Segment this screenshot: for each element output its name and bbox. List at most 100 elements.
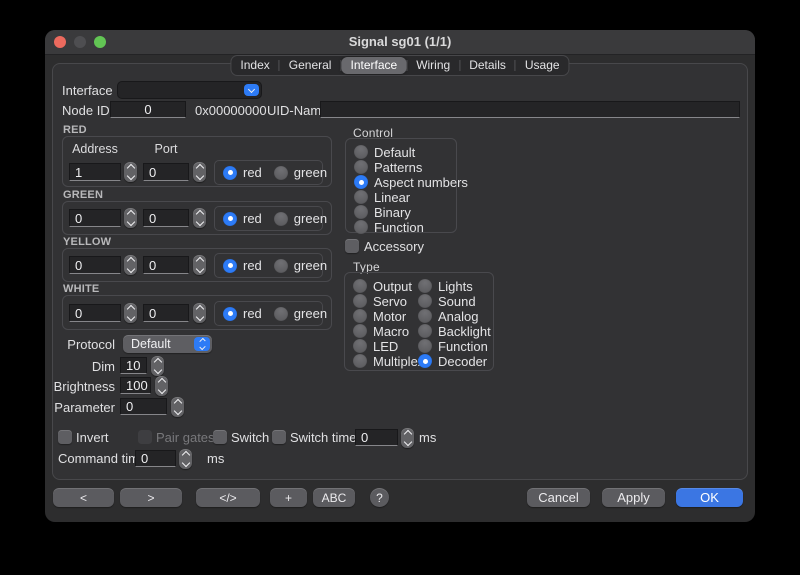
radio-green[interactable]: [274, 259, 288, 273]
tab-details[interactable]: Details: [460, 57, 515, 74]
control-option-aspect-numbers[interactable]: Aspect numbers: [354, 175, 468, 189]
red-port-field[interactable]: 0: [143, 163, 189, 181]
cancel-button[interactable]: Cancel: [527, 488, 590, 507]
tab-usage[interactable]: Usage: [516, 57, 569, 74]
help-button[interactable]: ?: [370, 488, 389, 507]
tab-interface[interactable]: Interface: [341, 57, 406, 74]
radio-green[interactable]: [274, 166, 288, 180]
radio-servo[interactable]: [353, 294, 367, 308]
prev-button[interactable]: <: [53, 488, 114, 507]
command-time-field[interactable]: 0: [135, 450, 176, 467]
yellow-port-stepper[interactable]: [193, 255, 206, 275]
type-option-led[interactable]: LED: [353, 339, 398, 353]
yellow-port-field[interactable]: 0: [143, 256, 189, 274]
green-address-stepper[interactable]: [124, 208, 137, 228]
white-address-field[interactable]: 0: [69, 304, 121, 322]
node-id-field[interactable]: 0: [110, 101, 186, 118]
radio-decoder[interactable]: [418, 354, 432, 368]
apply-button[interactable]: Apply: [602, 488, 665, 507]
white-port-stepper[interactable]: [193, 303, 206, 323]
radio-green[interactable]: [274, 212, 288, 226]
radio-analog[interactable]: [418, 309, 432, 323]
radio-function[interactable]: [418, 339, 432, 353]
brightness-field[interactable]: 100: [120, 377, 151, 394]
control-option-linear[interactable]: Linear: [354, 190, 410, 204]
zoom-button[interactable]: [94, 36, 106, 48]
close-button[interactable]: [54, 36, 66, 48]
command-time-stepper[interactable]: [179, 449, 192, 469]
radio-aspect-numbers[interactable]: [354, 175, 368, 189]
type-option-backlight[interactable]: Backlight: [418, 324, 491, 338]
type-option-multiplex[interactable]: Multiplex: [353, 354, 424, 368]
tab-general[interactable]: General: [280, 57, 341, 74]
radio-lights[interactable]: [418, 279, 432, 293]
radio-multiplex[interactable]: [353, 354, 367, 368]
dim-stepper[interactable]: [151, 356, 164, 376]
parameter-field[interactable]: 0: [120, 398, 167, 415]
type-option-output[interactable]: Output: [353, 279, 412, 293]
radio-binary[interactable]: [354, 205, 368, 219]
accessory-checkbox[interactable]: [345, 239, 359, 253]
switch-checkbox[interactable]: [213, 430, 227, 444]
control-option-patterns[interactable]: Patterns: [354, 160, 422, 174]
control-option-default[interactable]: Default: [354, 145, 415, 159]
radio-green[interactable]: [274, 307, 288, 321]
radio-motor[interactable]: [353, 309, 367, 323]
tab-index[interactable]: Index: [231, 57, 278, 74]
brightness-stepper[interactable]: [155, 376, 168, 396]
next-button[interactable]: >: [120, 488, 182, 507]
type-option-motor[interactable]: Motor: [353, 309, 406, 323]
radio-output[interactable]: [353, 279, 367, 293]
radio-linear[interactable]: [354, 190, 368, 204]
type-option-decoder[interactable]: Decoder: [418, 354, 487, 368]
type-option-servo[interactable]: Servo: [353, 294, 407, 308]
control-option-function[interactable]: Function: [354, 220, 424, 234]
yellow-address-field[interactable]: 0: [69, 256, 121, 274]
protocol-popup[interactable]: Default: [123, 335, 212, 353]
radio-sound[interactable]: [418, 294, 432, 308]
parameter-stepper[interactable]: [171, 397, 184, 417]
window-title: Signal sg01 (1/1): [45, 30, 755, 54]
type-option-lights[interactable]: Lights: [418, 279, 473, 293]
white-port-field[interactable]: 0: [143, 304, 189, 322]
green-port-stepper[interactable]: [193, 208, 206, 228]
switch-time-field[interactable]: 0: [355, 429, 398, 446]
port-header: Port: [143, 142, 189, 156]
radio-red[interactable]: [223, 307, 237, 321]
uid-name-field[interactable]: [320, 101, 740, 118]
green-address-field[interactable]: 0: [69, 209, 121, 227]
red-address-stepper[interactable]: [124, 162, 137, 182]
radio-red[interactable]: [223, 166, 237, 180]
yellow-address-stepper[interactable]: [124, 255, 137, 275]
radio-macro[interactable]: [353, 324, 367, 338]
invert-checkbox[interactable]: [58, 430, 72, 444]
red-port-stepper[interactable]: [193, 162, 206, 182]
radio-patterns[interactable]: [354, 160, 368, 174]
radio-function[interactable]: [354, 220, 368, 234]
chevron-down-icon[interactable]: [244, 84, 259, 96]
red-address-field[interactable]: 1: [69, 163, 121, 181]
white-address-stepper[interactable]: [124, 303, 137, 323]
type-option-analog[interactable]: Analog: [418, 309, 478, 323]
radio-default[interactable]: [354, 145, 368, 159]
interface-id-combobox[interactable]: [117, 81, 262, 99]
code-button[interactable]: </>: [196, 488, 260, 507]
minimize-button[interactable]: [74, 36, 86, 48]
radio-red[interactable]: [223, 259, 237, 273]
switch-time-checkbox[interactable]: [272, 430, 286, 444]
ok-button[interactable]: OK: [676, 488, 743, 507]
switch-time-stepper[interactable]: [401, 428, 414, 448]
type-option-function[interactable]: Function: [418, 339, 488, 353]
radio-led[interactable]: [353, 339, 367, 353]
type-option-sound[interactable]: Sound: [418, 294, 476, 308]
type-option-macro[interactable]: Macro: [353, 324, 409, 338]
dim-field[interactable]: 10: [120, 357, 147, 374]
radio-backlight[interactable]: [418, 324, 432, 338]
abc-button[interactable]: ABC: [313, 488, 355, 507]
popup-chevrons-icon[interactable]: [194, 337, 210, 351]
radio-red[interactable]: [223, 212, 237, 226]
green-port-field[interactable]: 0: [143, 209, 189, 227]
control-option-binary[interactable]: Binary: [354, 205, 411, 219]
tab-wiring[interactable]: Wiring: [407, 57, 459, 74]
add-button[interactable]: +: [270, 488, 307, 507]
